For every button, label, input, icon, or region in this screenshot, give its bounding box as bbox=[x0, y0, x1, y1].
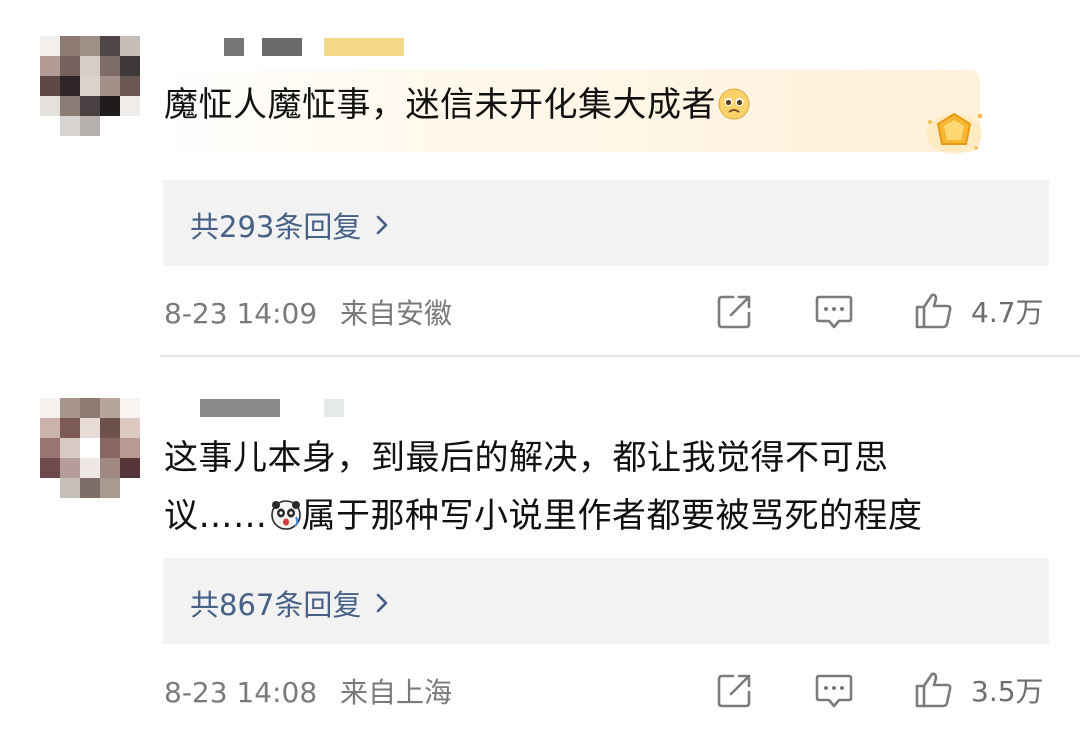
like-count: 4.7万 bbox=[971, 296, 1044, 329]
like-button[interactable]: 3.5万 bbox=[913, 670, 1044, 710]
comment-location: 来自安徽 bbox=[340, 297, 453, 330]
comment-text: 这事儿本身，到最后的解决，都让我觉得不可思 议…… 属于那种写小说里作者都要被骂… bbox=[164, 429, 923, 545]
comment-meta: 8-23 14:09 来自安徽 bbox=[164, 292, 452, 332]
avatar[interactable] bbox=[40, 36, 140, 136]
comment-date: 8-23 14:08 bbox=[164, 676, 318, 709]
vip-badge-icon bbox=[922, 104, 986, 160]
replies-count: 共867条回复 bbox=[190, 588, 362, 622]
comment-meta: 8-23 14:08 来自上海 bbox=[164, 671, 452, 711]
share-button[interactable] bbox=[715, 291, 755, 331]
comment-bubble-icon bbox=[815, 295, 853, 329]
comment-date: 8-23 14:09 bbox=[164, 297, 318, 330]
comment-item: 魔怔人魔怔事，迷信未开化集大成者 共293条回复 8-23 14:09 来自安徽 bbox=[0, 0, 1080, 357]
comment-button[interactable] bbox=[813, 670, 855, 710]
thumbs-up-icon bbox=[915, 672, 952, 708]
replies-count: 共293条回复 bbox=[190, 210, 362, 244]
share-icon bbox=[717, 295, 751, 329]
comment-location: 来自上海 bbox=[340, 676, 453, 709]
chevron-right-icon bbox=[377, 593, 388, 613]
comment-bubble-icon bbox=[815, 674, 853, 708]
comment-text-line: 这事儿本身，到最后的解决，都让我觉得不可思 bbox=[164, 438, 889, 478]
view-replies-link[interactable]: 共867条回复 bbox=[190, 582, 389, 624]
chevron-right-icon bbox=[377, 215, 388, 235]
view-replies-link[interactable]: 共293条回复 bbox=[190, 204, 389, 246]
replies-box[interactable]: 共867条回复 bbox=[163, 558, 1049, 644]
like-count: 3.5万 bbox=[971, 675, 1044, 708]
share-button[interactable] bbox=[715, 670, 755, 710]
like-button[interactable]: 4.7万 bbox=[913, 291, 1044, 331]
comment-text-content: 魔怔人魔怔事，迷信未开化集大成者 bbox=[164, 85, 716, 125]
thumbs-up-icon bbox=[915, 293, 952, 329]
pleading-face-icon bbox=[718, 80, 750, 120]
share-icon bbox=[717, 674, 751, 708]
avatar[interactable] bbox=[40, 398, 140, 498]
comment-text: 魔怔人魔怔事，迷信未开化集大成者 bbox=[164, 76, 750, 134]
comment-button[interactable] bbox=[813, 291, 855, 331]
shocked-panda-icon bbox=[270, 491, 302, 530]
comment-text-line: 议…… 属于那种写小说里作者都要被骂死的程度 bbox=[164, 487, 923, 545]
username-masked[interactable] bbox=[200, 38, 410, 56]
comment-item: 这事儿本身，到最后的解决，都让我觉得不可思 议…… 属于那种写小说里作者都要被骂… bbox=[0, 357, 1080, 731]
username-masked[interactable] bbox=[200, 399, 350, 417]
replies-box[interactable]: 共293条回复 bbox=[163, 180, 1049, 266]
